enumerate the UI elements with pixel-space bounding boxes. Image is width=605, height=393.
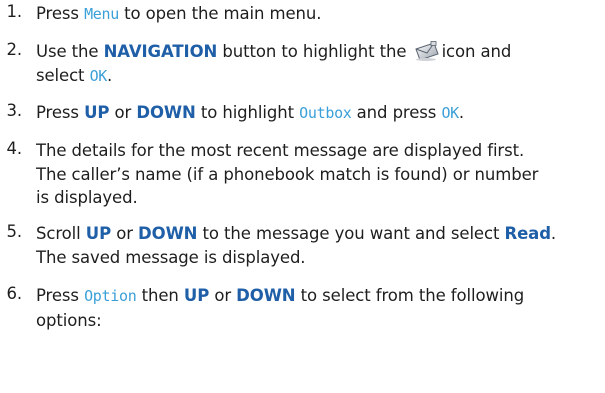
key-menu: Menu (84, 5, 120, 23)
step-number: 2. (6, 40, 22, 59)
step-number: 4. (6, 139, 22, 158)
key-ok: OK (89, 66, 108, 85)
step-text: Press UP or DOWN to highlight Outbox and… (36, 103, 465, 122)
envelope-icon (414, 41, 440, 61)
step-number: 3. (6, 101, 22, 120)
key-outbox: Outbox (299, 104, 352, 122)
key-navigation: NAVIGATION (103, 42, 218, 61)
step-number: 6. (6, 284, 22, 303)
step-text: Press Option then UP or DOWN to select f… (36, 286, 525, 330)
key-read: Read (504, 224, 551, 243)
key-down: DOWN (138, 224, 198, 243)
step-text: Scroll UP or DOWN to the message you wan… (36, 224, 557, 267)
step-text: Use the NAVIGATION button to highlight t… (36, 41, 512, 85)
key-down: DOWN (136, 103, 196, 122)
step-text: Press Menu to open the main menu. (36, 4, 322, 23)
key-up: UP (85, 224, 112, 243)
key-option: Option (84, 287, 137, 305)
step-number: 5. (6, 222, 22, 241)
step-number: 1. (6, 2, 22, 21)
step-text: The details for the most recent message … (36, 141, 539, 207)
key-down: DOWN (236, 286, 296, 305)
key-up: UP (183, 286, 210, 305)
key-up: UP (84, 103, 110, 122)
key-ok: OK (441, 104, 459, 122)
instruction-list: 1. Press Menu to open the main menu. 2. … (0, 0, 605, 393)
